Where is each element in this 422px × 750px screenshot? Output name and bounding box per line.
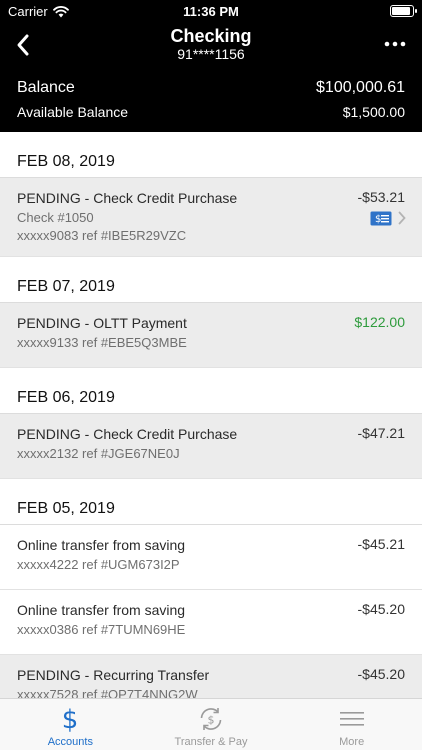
transaction-row[interactable]: PENDING - Check Credit Purchase Check #1…	[0, 178, 422, 257]
transaction-amount: -$45.20	[357, 601, 405, 617]
dollar-icon: $	[62, 705, 79, 733]
transaction-reference: xxxxx7528 ref #OP7T4NNG2W	[17, 687, 198, 698]
transaction-reference: xxxxx0386 ref #7TUMN69HE	[17, 622, 186, 637]
date-header: FEB 07, 2019	[0, 257, 422, 303]
transaction-row[interactable]: PENDING - Check Credit Purchase xxxxx213…	[0, 414, 422, 479]
nav-titles: Checking 91****1156	[0, 26, 422, 62]
svg-text:$: $	[62, 705, 79, 733]
page-title: Checking	[170, 26, 252, 46]
account-number: 91****1156	[177, 46, 245, 62]
transaction-reference: xxxxx9083 ref #IBE5R29VZC	[17, 228, 187, 243]
transaction-reference: xxxxx2132 ref #JGE67NE0J	[17, 446, 180, 461]
tab-transfer-pay[interactable]: $ Transfer & Pay	[141, 699, 282, 750]
nav-bar: Checking 91****1156	[0, 24, 422, 68]
transaction-check-number: Check #1050	[17, 210, 94, 225]
transaction-row[interactable]: Online transfer from saving xxxxx4222 re…	[0, 525, 422, 590]
tab-label: More	[339, 736, 365, 748]
transaction-amount: -$47.21	[357, 425, 405, 441]
transaction-amount: -$45.21	[357, 536, 405, 552]
date-header: FEB 05, 2019	[0, 479, 422, 525]
available-balance-value: $1,500.00	[342, 104, 405, 120]
transaction-amount: -$45.20	[357, 666, 405, 682]
transaction-description: PENDING - Recurring Transfer	[17, 667, 210, 683]
clock: 11:36 PM	[183, 4, 239, 19]
transaction-reference: xxxxx9133 ref #EBE5Q3MBE	[17, 335, 187, 350]
date-header: FEB 08, 2019	[0, 132, 422, 178]
transaction-list[interactable]: FEB 08, 2019 PENDING - Check Credit Purc…	[0, 132, 422, 698]
transaction-row[interactable]: PENDING - OLTT Payment xxxxx9133 ref #EB…	[0, 303, 422, 368]
transaction-description: Online transfer from saving	[17, 537, 186, 553]
svg-text:$: $	[208, 714, 215, 727]
transaction-description: Online transfer from saving	[17, 602, 186, 618]
transaction-description: PENDING - Check Credit Purchase	[17, 426, 238, 442]
available-balance-row: Available Balance $1,500.00	[17, 104, 405, 120]
battery-level	[392, 7, 410, 15]
balance-panel: Balance $100,000.61 Available Balance $1…	[0, 68, 422, 132]
balance-row: Balance $100,000.61	[17, 79, 405, 97]
transaction-row[interactable]: Online transfer from saving xxxxx0386 re…	[0, 590, 422, 655]
transaction-reference: xxxxx4222 ref #UGM673I2P	[17, 557, 180, 572]
transaction-amount: -$53.21	[357, 189, 405, 205]
chevron-right-icon[interactable]	[398, 211, 406, 225]
tab-label: Transfer & Pay	[174, 736, 248, 748]
balance-value: $100,000.61	[316, 79, 405, 96]
transfer-icon: $	[200, 708, 222, 730]
more-options-icon[interactable]	[384, 36, 406, 52]
balance-label: Balance	[17, 79, 75, 96]
menu-icon	[339, 712, 364, 726]
check-image-icon[interactable]: $	[370, 211, 392, 226]
transaction-description: PENDING - Check Credit Purchase	[17, 190, 238, 206]
tab-bar: $ Accounts $ Transfer & Pay More	[0, 698, 422, 750]
svg-text:$: $	[375, 214, 381, 225]
tab-accounts[interactable]: $ Accounts	[0, 699, 141, 750]
transaction-row[interactable]: PENDING - Recurring Transfer xxxxx7528 r…	[0, 655, 422, 698]
transaction-description: PENDING - OLTT Payment	[17, 315, 187, 331]
battery-icon	[390, 5, 417, 17]
date-header: FEB 06, 2019	[0, 368, 422, 414]
tab-more[interactable]: More	[281, 699, 422, 750]
available-balance-label: Available Balance	[17, 104, 129, 120]
transaction-amount: $122.00	[354, 314, 405, 330]
status-bar: Carrier 11:36 PM	[0, 0, 422, 24]
tab-label: Accounts	[47, 736, 93, 748]
